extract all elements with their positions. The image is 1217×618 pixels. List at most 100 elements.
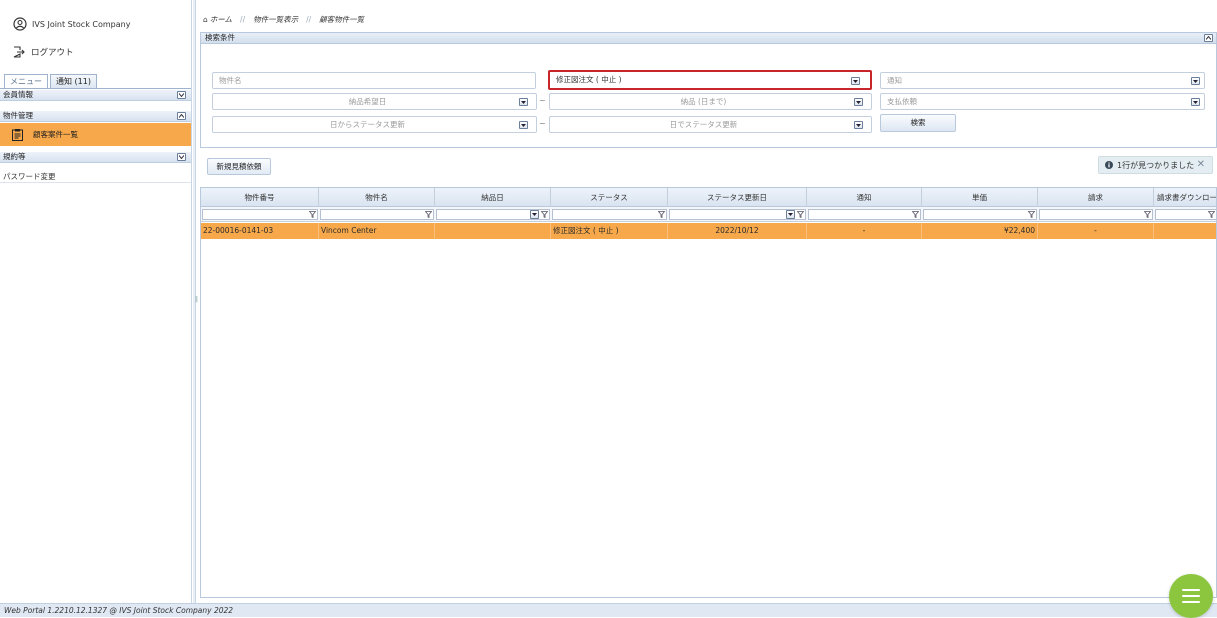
grid-header: 物件番号 物件名 納品日 ステータス ステータス更新日 通知 単価 請求 請求書… [201, 188, 1216, 207]
cell-property-no: 22-00016-0141-03 [201, 223, 319, 239]
cell-unit-price: ¥22,400 [922, 223, 1038, 239]
dropdown-arrow-icon[interactable] [854, 98, 863, 106]
column-header[interactable]: 納品日 [435, 188, 551, 207]
breadcrumb-current: 顧客物件一覧 [319, 15, 365, 24]
tab-notifications[interactable]: 通知 (11) [50, 74, 97, 88]
cell-delivery-date [435, 223, 551, 239]
tab-menu[interactable]: メニュー [4, 74, 48, 88]
filter-icon[interactable] [912, 211, 919, 218]
status-updated-from-input[interactable]: 日からステータス更新 [212, 116, 537, 133]
footer: Web Portal 1.2210.12.1327 @ IVS Joint St… [0, 603, 1217, 617]
menu-group-label: 会員情報 [3, 90, 33, 99]
filter-input[interactable] [1039, 209, 1153, 220]
search-panel-header[interactable]: 検索条件 [201, 33, 1216, 44]
dropdown-arrow-icon[interactable] [1191, 77, 1200, 85]
cell-status: 修正図注文 ( 中止 ) [551, 223, 668, 239]
logout-link[interactable]: ログアウト [13, 44, 74, 60]
desired-delivery-date-input[interactable]: 納品希望日 [212, 93, 537, 110]
column-header[interactable]: ステータス更新日 [668, 188, 807, 207]
menu-group-member-info[interactable]: 会員情報 [0, 90, 191, 101]
dropdown-arrow-icon[interactable] [851, 77, 860, 85]
dropdown-arrow-icon[interactable] [519, 121, 528, 129]
panel-title: 検索条件 [205, 33, 235, 42]
chevron-down-icon[interactable] [177, 91, 186, 99]
cell-invoice-download[interactable] [1154, 223, 1216, 239]
notification-select[interactable]: 通知 [880, 72, 1205, 89]
filter-icon[interactable] [658, 211, 665, 218]
cell-property-name: Vincom Center [319, 223, 435, 239]
dropdown-arrow-icon[interactable] [530, 210, 539, 219]
hamburger-icon [1182, 595, 1200, 597]
filter-input[interactable] [923, 209, 1037, 220]
chevron-up-icon[interactable] [177, 112, 186, 120]
grid-filter-row [201, 207, 1216, 222]
table-row[interactable]: 22-00016-0141-03 Vincom Center 修正図注文 ( 中… [201, 223, 1216, 239]
hamburger-menu-button[interactable] [1169, 574, 1213, 618]
breadcrumb: ⌂ ホーム // 物件一覧表示 // 顧客物件一覧 [203, 14, 364, 25]
filter-icon[interactable] [1208, 211, 1215, 218]
filter-input[interactable] [1155, 209, 1216, 220]
close-icon[interactable]: ✕ [1197, 159, 1205, 170]
hamburger-icon [1182, 589, 1200, 591]
notice-text: 1行が見つかりました [1117, 160, 1195, 170]
sidebar-item-label: 顧客案件一覧 [33, 130, 78, 139]
filter-icon[interactable] [425, 211, 432, 218]
column-header[interactable]: 請求 [1038, 188, 1154, 207]
sidebar: IVS Joint Stock Company ログアウト メニュー 通知 (1… [0, 0, 192, 603]
delivery-until-input[interactable]: 納品 (日まで) [549, 93, 872, 110]
dropdown-arrow-icon[interactable] [1191, 98, 1200, 106]
company-name: IVS Joint Stock Company [32, 19, 131, 29]
user-circle-icon [13, 17, 27, 31]
dropdown-arrow-icon[interactable] [786, 210, 795, 219]
sidebar-item-customer-cases[interactable]: 顧客案件一覧 [0, 123, 191, 146]
search-button[interactable]: 検索 [880, 114, 956, 132]
cell-status-updated: 2022/10/12 [668, 223, 807, 239]
dropdown-arrow-icon[interactable] [519, 98, 528, 106]
filter-date-select[interactable] [669, 209, 806, 220]
column-header[interactable]: 物件番号 [201, 188, 319, 207]
cell-notification: - [807, 223, 922, 239]
new-quote-request-button[interactable]: 新規見積依頼 [207, 158, 271, 175]
splitter-handle-icon[interactable]: ‖ [195, 296, 198, 303]
column-header[interactable]: 単価 [922, 188, 1038, 207]
filter-date-select[interactable] [436, 209, 550, 220]
status-updated-to-input[interactable]: 日でステータス更新 [549, 116, 872, 133]
breadcrumb-property-list[interactable]: 物件一覧表示 [253, 14, 298, 25]
breadcrumb-separator: // [240, 15, 246, 24]
menu-group-property[interactable]: 物件管理 [0, 111, 191, 122]
filter-icon[interactable] [797, 211, 804, 218]
filter-input[interactable] [552, 209, 667, 220]
filter-icon[interactable] [309, 211, 316, 218]
column-header[interactable]: 請求書ダウンロード [1154, 188, 1216, 207]
payment-request-select[interactable]: 支払依頼 [880, 93, 1205, 110]
filter-input[interactable] [320, 209, 434, 220]
range-separator: ~ [539, 119, 546, 128]
column-header[interactable]: 通知 [807, 188, 922, 207]
column-header[interactable]: 物件名 [319, 188, 435, 207]
column-header[interactable]: ステータス [551, 188, 668, 207]
results-grid: 物件番号 物件名 納品日 ステータス ステータス更新日 通知 単価 請求 請求書… [200, 187, 1217, 598]
home-icon[interactable]: ⌂ [203, 15, 208, 24]
sidebar-item-password-change[interactable]: パスワード変更 [0, 172, 191, 183]
clipboard-icon [12, 128, 23, 141]
menu-group-label: 規約等 [3, 152, 26, 161]
filter-input[interactable] [202, 209, 318, 220]
filter-icon[interactable] [541, 211, 548, 218]
filter-icon[interactable] [1028, 211, 1035, 218]
breadcrumb-home[interactable]: ホーム [210, 14, 232, 25]
status-select[interactable]: 修正図注文 ( 中止 ) [548, 70, 872, 90]
breadcrumb-separator: // [306, 15, 312, 24]
dropdown-arrow-icon[interactable] [854, 121, 863, 129]
tabs-divider [0, 88, 191, 89]
chevron-up-icon[interactable] [1204, 34, 1213, 42]
hamburger-icon [1182, 601, 1200, 603]
sidebar-tabs: メニュー 通知 (11) [4, 74, 99, 88]
filter-input[interactable] [808, 209, 921, 220]
info-icon [1105, 161, 1113, 169]
logout-icon [13, 46, 25, 58]
menu-group-terms[interactable]: 規約等 [0, 152, 191, 163]
user-account[interactable]: IVS Joint Stock Company [13, 16, 130, 32]
filter-icon[interactable] [1144, 211, 1151, 218]
property-name-input[interactable]: 物件名 [212, 72, 536, 89]
chevron-down-icon[interactable] [177, 153, 186, 161]
